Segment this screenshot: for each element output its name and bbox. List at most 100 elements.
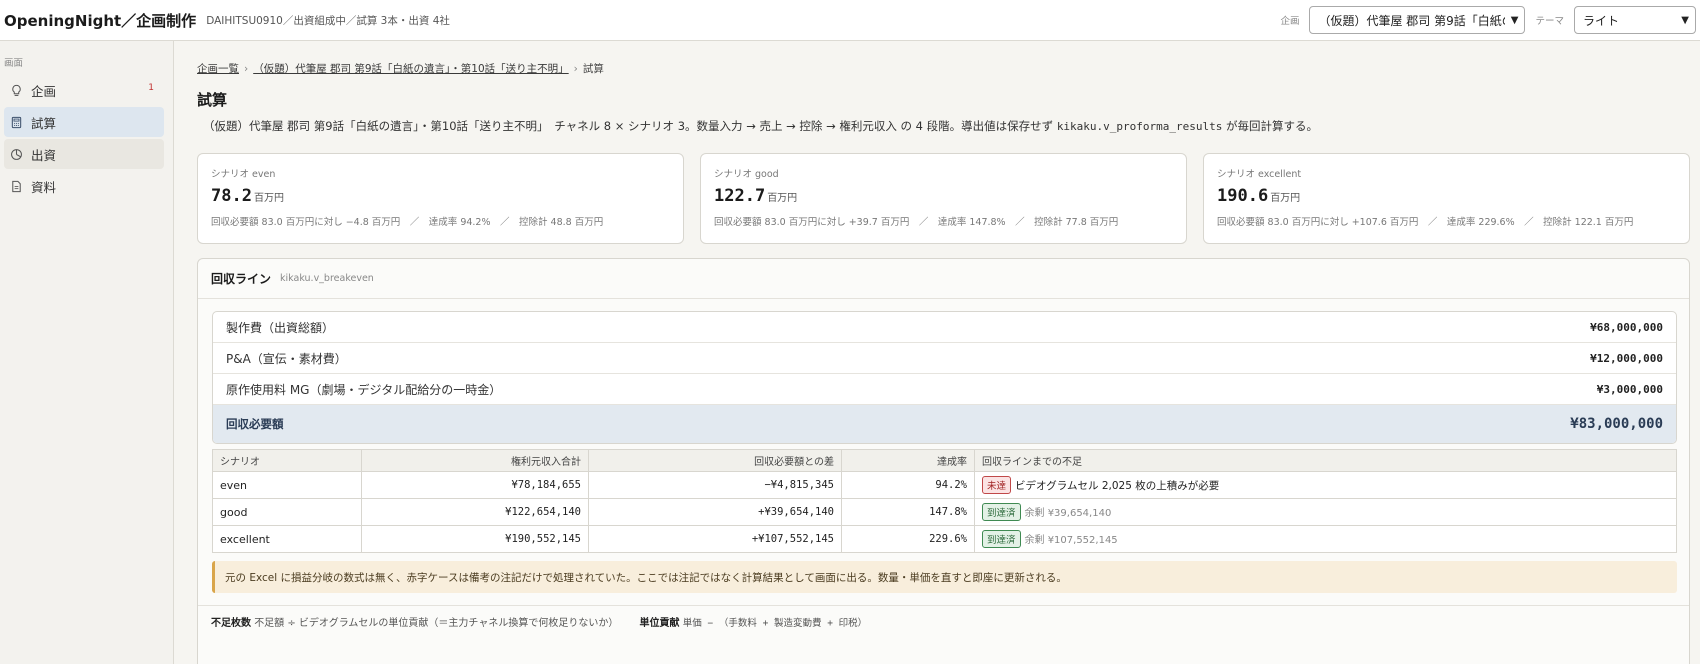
- rate-cell: 229.6%: [841, 525, 975, 553]
- income-cell: ¥190,552,145: [361, 525, 589, 553]
- income-cell: ¥78,184,655: [361, 471, 589, 499]
- lightbulb-icon: [9, 83, 23, 97]
- column-header: 回収必要額との差: [588, 449, 842, 472]
- breadcrumb: 企画一覧 › （仮題）代筆屋 郡司 第9話「白紙の遺言」・第10話「送り主不明」 › 試…: [197, 61, 604, 76]
- cost-total-value: ¥83,000,000: [1570, 416, 1663, 432]
- cost-row: 原作使用料 MG（劇場・デジタル配給分の一時金） ¥3,000,000: [213, 374, 1676, 405]
- breadcrumb-separator: ›: [573, 63, 578, 75]
- sidebar-item-label: 出資: [31, 147, 57, 163]
- status-badge: 未達: [982, 476, 1012, 494]
- sidebar: 画面 企画 1 試算 出資 資料: [0, 41, 174, 664]
- card-value-number: 190.6: [1217, 186, 1269, 206]
- card-value-number: 122.7: [714, 186, 766, 206]
- definition-formula: 単価 − （手数料 + 製造変動費 + 印税）: [682, 618, 868, 629]
- table-header-row: シナリオ 権利元収入合計 回収必要額との差 達成率 回収ラインまでの不足: [212, 449, 1677, 472]
- sidebar-item-label: 資料: [31, 179, 57, 195]
- column-header: 達成率: [841, 449, 975, 472]
- cost-row: P&A（宣伝・素材費） ¥12,000,000: [213, 343, 1676, 374]
- surplus-note: 余剰 ¥39,654,140: [1024, 508, 1112, 519]
- breakeven-title: 回収ライン: [211, 272, 272, 286]
- shortfall-note: ビデオグラムセル 2,025 枚の上積みが必要: [1015, 480, 1220, 492]
- sidebar-title: 画面: [4, 58, 24, 69]
- breadcrumb-root-link[interactable]: 企画一覧: [197, 63, 239, 75]
- document-icon: [9, 179, 23, 193]
- project-select[interactable]: （仮題）代筆屋 郡司 第9話「白紙の遺言 ▼: [1309, 6, 1526, 34]
- breadcrumb-project-link[interactable]: （仮題）代筆屋 郡司 第9話「白紙の遺言」・第10話「送り主不明」: [253, 63, 568, 75]
- sidebar-item-shisan[interactable]: 試算: [4, 107, 164, 137]
- chevron-down-icon: ▼: [1510, 14, 1519, 26]
- theme-select-label: テーマ: [1535, 16, 1564, 27]
- sidebar-item-label: 企画: [31, 83, 57, 99]
- surplus-note: 余剰 ¥107,552,145: [1024, 535, 1118, 546]
- page-description-text: が毎回計算する。: [1222, 119, 1319, 133]
- card-value: 122.7 百万円: [714, 186, 1173, 206]
- top-bar: OpeningNight／企画制作 DAIHITSU0910／出資組成中／試算 …: [0, 0, 1700, 41]
- scenario-card-excellent: シナリオ excellent 190.6 百万円 回収必要額 83.0 百万円に対…: [1203, 153, 1690, 244]
- shortfall-cell: 到達済 余剰 ¥39,654,140: [974, 498, 1677, 526]
- main-content: 企画一覧 › （仮題）代筆屋 郡司 第9話「白紙の遺言」・第10話「送り主不明」 › 試…: [197, 41, 1690, 664]
- card-label: シナリオ even: [211, 169, 276, 180]
- definition-term: 不足枚数: [211, 618, 251, 629]
- diff-cell: −¥4,815,345: [588, 471, 842, 499]
- table-row: even ¥78,184,655 −¥4,815,345 94.2% 未達 ビデオ…: [212, 471, 1677, 499]
- page-description: （仮題）代筆屋 郡司 第9話「白紙の遺言」・第10話「送り主不明」 チャネル 8…: [203, 118, 1318, 134]
- chevron-down-icon: ▼: [1681, 14, 1689, 26]
- status-badge: 到達済: [982, 530, 1021, 548]
- breadcrumb-separator: ›: [244, 63, 249, 75]
- sidebar-item-shusshi[interactable]: 出資: [4, 139, 164, 169]
- top-controls: 企画 （仮題）代筆屋 郡司 第9話「白紙の遺言 ▼ テーマ ライト ▼: [1280, 6, 1696, 34]
- cost-label: 製作費（出資総額）: [226, 320, 335, 335]
- cost-value: ¥12,000,000: [1590, 351, 1663, 365]
- cost-breakdown: 製作費（出資総額） ¥68,000,000 P&A（宣伝・素材費） ¥12,00…: [212, 311, 1677, 444]
- status-badge: 到達済: [982, 503, 1021, 521]
- project-status-info: DAIHITSU0910／出資組成中／試算 3本・出資 4社: [206, 14, 450, 27]
- sidebar-item-shiryou[interactable]: 資料: [4, 171, 164, 201]
- card-unit: 百万円: [767, 193, 798, 204]
- card-unit: 百万円: [253, 193, 284, 204]
- card-detail: 回収必要額 83.0 百万円に対し +39.7 百万円 ／ 達成率 147.8%…: [714, 217, 1119, 228]
- breakeven-panel: 回収ライン kikaku.v_breakeven 製作費（出資総額） ¥68,0…: [197, 258, 1690, 664]
- cost-row: 製作費（出資総額） ¥68,000,000: [213, 312, 1676, 343]
- app-brand[interactable]: OpeningNight／企画制作: [4, 10, 196, 31]
- cost-total-row: 回収必要額 ¥83,000,000: [213, 405, 1676, 443]
- page-description-text: （仮題）代筆屋 郡司 第9話「白紙の遺言」・第10話「送り主不明」 チャネル 8…: [203, 119, 1057, 133]
- income-cell: ¥122,654,140: [361, 498, 589, 526]
- table-row: good ¥122,654,140 +¥39,654,140 147.8% 到達…: [212, 498, 1677, 526]
- page-title: 試算: [197, 91, 228, 109]
- breakeven-panel-header: 回収ライン kikaku.v_breakeven: [198, 259, 1689, 299]
- notification-badge: 1: [148, 83, 154, 93]
- diff-cell: +¥39,654,140: [588, 498, 842, 526]
- shortfall-cell: 未達 ビデオグラムセル 2,025 枚の上積みが必要: [974, 471, 1677, 499]
- card-unit: 百万円: [1270, 193, 1301, 204]
- shortfall-cell: 到達済 余剰 ¥107,552,145: [974, 525, 1677, 553]
- cost-total-label: 回収必要額: [226, 417, 284, 431]
- column-header: 権利元収入合計: [361, 449, 589, 472]
- definitions-line: 不足枚数 不足額 ÷ ビデオグラムセルの単位貢献（＝主力チャネル換算で何枚足りな…: [198, 605, 1689, 637]
- card-value-number: 78.2: [211, 186, 252, 206]
- cost-label: P&A（宣伝・素材費）: [226, 351, 347, 366]
- scenario-cards: シナリオ even 78.2 百万円 回収必要額 83.0 百万円に対し −4.8…: [197, 153, 1690, 244]
- theme-select[interactable]: ライト ▼: [1574, 6, 1696, 34]
- column-header: シナリオ: [212, 449, 362, 472]
- theme-select-value: ライト: [1583, 13, 1620, 28]
- scenario-cell: even: [212, 471, 362, 499]
- card-label: シナリオ excellent: [1217, 169, 1302, 180]
- scenario-cell: good: [212, 498, 362, 526]
- breakeven-source: kikaku.v_breakeven: [280, 273, 374, 284]
- sidebar-item-label: 試算: [31, 115, 57, 131]
- calculator-icon: [9, 115, 23, 129]
- project-select-label: 企画: [1280, 16, 1300, 27]
- scenario-cell: excellent: [212, 525, 362, 553]
- sidebar-item-kikaku[interactable]: 企画 1: [4, 75, 164, 105]
- card-value: 190.6 百万円: [1217, 186, 1676, 206]
- breadcrumb-current: 試算: [582, 63, 604, 75]
- diff-cell: +¥107,552,145: [588, 525, 842, 553]
- pie-chart-icon: [9, 147, 23, 161]
- card-value: 78.2 百万円: [211, 186, 670, 206]
- table-row: excellent ¥190,552,145 +¥107,552,145 229…: [212, 525, 1677, 553]
- scenario-card-good: シナリオ good 122.7 百万円 回収必要額 83.0 百万円に対し +39…: [700, 153, 1187, 244]
- card-detail: 回収必要額 83.0 百万円に対し −4.8 百万円 ／ 達成率 94.2% ／…: [211, 217, 604, 228]
- scenario-card-even: シナリオ even 78.2 百万円 回収必要額 83.0 百万円に対し −4.8…: [197, 153, 684, 244]
- definition-term: 単位貢献: [639, 618, 680, 629]
- view-name-code: kikaku.v_proforma_results: [1056, 120, 1223, 133]
